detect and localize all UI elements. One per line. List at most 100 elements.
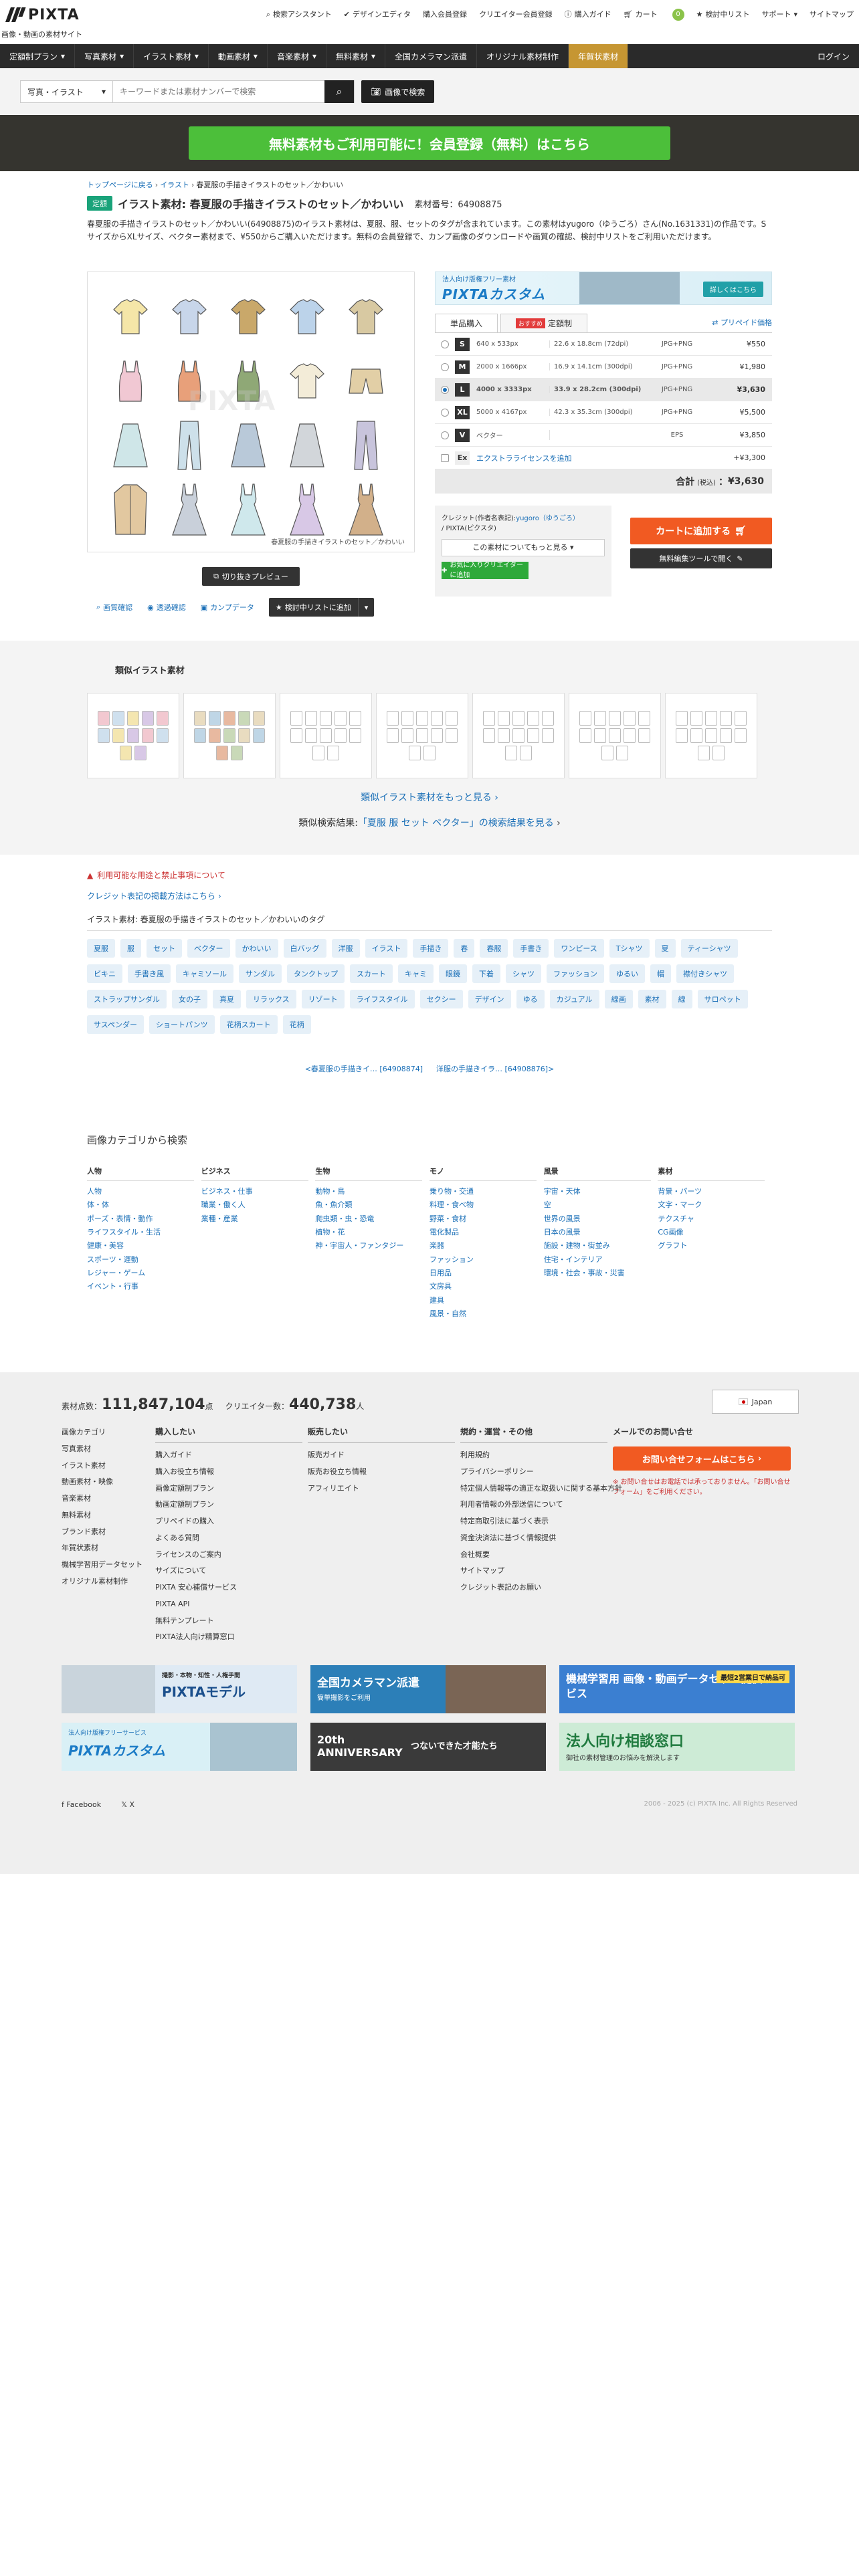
search-input[interactable] [113,81,324,102]
gnav-illust[interactable]: イラスト素材 ▾ [134,44,209,68]
footer-link[interactable]: PIXTA法人向け精算窓口 [155,1629,302,1646]
banner-corporate[interactable]: 法人向け相談窓口 御社の素材管理のお悩みを解決します [559,1723,795,1771]
footer-link[interactable]: クレジット表記のお願い [460,1580,622,1596]
category-link[interactable]: グラフト [658,1239,772,1253]
transparency-check-link[interactable]: ◉ 透過確認 [147,602,186,613]
similar-thumbnail[interactable] [569,693,661,778]
similar-more-link[interactable]: 類似イラスト素材をもっと見る › [0,790,859,804]
footer-link[interactable]: ブランド素材 [62,1524,142,1541]
footer-link[interactable]: 動画定額制プラン [155,1497,302,1513]
tag-link[interactable]: ベクター [187,939,230,958]
similar-search-link[interactable]: 類似検索結果:「夏服 服 セット ベクター」の検索結果を見る › [0,816,859,829]
tag-link[interactable]: 夏服 [87,939,115,958]
size-radio[interactable] [441,431,449,439]
similar-thumbnail[interactable] [87,693,179,778]
tag-link[interactable]: セット [147,939,182,958]
prepaid-price-link[interactable]: ⇄ プリペイド価格 [712,317,772,328]
size-radio[interactable] [441,408,449,417]
category-link[interactable]: 環境・社会・事故・災害 [544,1267,658,1280]
tag-link[interactable]: キャミ [398,964,434,983]
category-link[interactable]: 建具 [430,1294,544,1307]
x-link[interactable]: 𝕏 X [121,1800,134,1809]
category-link[interactable]: 爬虫類・虫・恐竜 [315,1212,430,1226]
image-search-button[interactable]: 📷︎ 画像で検索 [361,80,435,103]
tag-link[interactable]: 線画 [604,990,633,1008]
tag-link[interactable]: ファッション [547,964,604,983]
favorite-creator-button[interactable]: ✚ お気に入りクリエイターに追加 [442,562,529,579]
category-link[interactable]: 文字・マーク [658,1198,772,1212]
footer-link[interactable]: よくある質問 [155,1530,302,1547]
category-link[interactable]: スポーツ・運動 [87,1253,201,1267]
search-button[interactable]: ⌕ [324,80,354,103]
tag-link[interactable]: 白バッグ [283,939,326,958]
breadcrumb-illust[interactable]: イラスト [160,181,189,189]
nav-design-editor[interactable]: ✔ デザインエディタ [344,10,411,19]
category-link[interactable]: レジャー・ゲーム [87,1267,201,1280]
nav-search-assistant[interactable]: ⌕ 検索アシスタント [266,10,332,19]
tag-link[interactable]: ビキニ [87,964,122,983]
similar-thumbnail[interactable] [183,693,276,778]
category-link[interactable]: 業種・産業 [201,1212,316,1226]
main-image[interactable]: PIXTA 春夏服の手描きイラストのセット／かわいい [87,272,415,552]
tab-subscription[interactable]: おすすめ 定額制 [500,314,588,332]
gnav-plans[interactable]: 定額制プラン ▾ [0,44,76,68]
category-link[interactable]: CG画像 [658,1226,772,1239]
next-item-link[interactable]: 洋服の手描きイラ… [64908876]> [436,1063,554,1074]
tag-link[interactable]: ショートパンツ [149,1015,215,1034]
caret-down-icon[interactable]: ▾ [359,603,375,612]
footer-link[interactable]: 動画素材・映像 [62,1474,142,1491]
similar-thumbnail[interactable] [665,693,757,778]
category-link[interactable]: 背景・パーツ [658,1185,772,1198]
gnav-original[interactable]: オリジナル素材制作 [477,44,569,68]
extra-license-row[interactable]: Ex エクストラライセンスを追加 +¥3,300 [435,447,772,469]
category-link[interactable]: 乗り物・交通 [430,1185,544,1198]
category-link[interactable]: 世界の風景 [544,1212,658,1226]
credit-guide-link[interactable]: クレジット表記の掲載方法はこちら › [87,890,772,901]
tag-link[interactable]: 眼鏡 [439,964,467,983]
category-link[interactable]: 施設・建物・街並み [544,1239,658,1253]
nav-buyer-register[interactable]: 購入会員登録 [423,10,467,19]
category-link[interactable]: 料理・食べ物 [430,1198,544,1212]
category-link[interactable]: イベント・行事 [87,1280,201,1293]
nav-creator-register[interactable]: クリエイター会員登録 [479,10,553,19]
nav-support[interactable]: サポート ▾ [761,10,797,19]
category-link[interactable]: 植物・花 [315,1226,430,1239]
footer-link[interactable]: イラスト素材 [62,1458,142,1475]
size-row-s[interactable]: S 640 x 533px 22.6 x 18.8cm (72dpi) JPG+PNG… [435,333,772,356]
category-link[interactable]: 動物・鳥 [315,1185,430,1198]
tag-link[interactable]: 素材 [638,990,666,1008]
nav-cart[interactable]: 🛒︎ カート 0 [624,9,684,21]
footer-link[interactable]: PIXTA API [155,1596,302,1613]
footer-link[interactable]: プライバシーポリシー [460,1464,622,1481]
footer-link[interactable]: 利用者情報の外部送信について [460,1497,622,1513]
category-link[interactable]: 空 [544,1198,658,1212]
category-link[interactable]: ポーズ・表情・動作 [87,1212,201,1226]
tag-link[interactable]: リラックス [246,990,296,1008]
footer-link[interactable]: 写真素材 [62,1441,142,1458]
category-link[interactable]: 健康・美容 [87,1239,201,1253]
footer-link[interactable]: 年賀状素材 [62,1540,142,1557]
more-about-item-button[interactable]: この素材についてもっと見る ▾ [442,539,605,556]
tag-link[interactable]: サンダル [239,964,282,983]
footer-link[interactable]: ライセンスのご案内 [155,1547,302,1564]
gnav-photographer[interactable]: 全国カメラマン派遣 [385,44,478,68]
tag-link[interactable]: タンクトップ [287,964,345,983]
footer-link[interactable]: PIXTA 安心補償サービス [155,1580,302,1596]
search-category-select[interactable]: 写真・イラスト ▾ [21,81,113,102]
tag-link[interactable]: かわいい [235,939,278,958]
facebook-link[interactable]: f Facebook [62,1800,101,1809]
tag-link[interactable]: カジュアル [549,990,599,1008]
gnav-music[interactable]: 音楽素材 ▾ [268,44,326,68]
add-to-favorites-button[interactable]: ★ 検討中リストに追加 ▾ [268,598,375,617]
size-radio[interactable] [441,340,449,348]
tag-link[interactable]: ストラップサンダル [87,990,167,1008]
footer-link[interactable]: 購入お役立ち情報 [155,1464,302,1481]
gnav-video[interactable]: 動画素材 ▾ [209,44,268,68]
footer-link[interactable]: 画像定額制プラン [155,1481,302,1497]
contact-form-button[interactable]: お問い合せフォームはこちら › [613,1446,791,1471]
size-radio[interactable] [441,385,449,394]
comp-data-link[interactable]: ▣ カンプデータ [201,602,254,613]
footer-link[interactable]: 利用規約 [460,1447,622,1464]
tag-link[interactable]: リゾート [301,990,345,1008]
tag-link[interactable]: 手書き風 [128,964,171,983]
